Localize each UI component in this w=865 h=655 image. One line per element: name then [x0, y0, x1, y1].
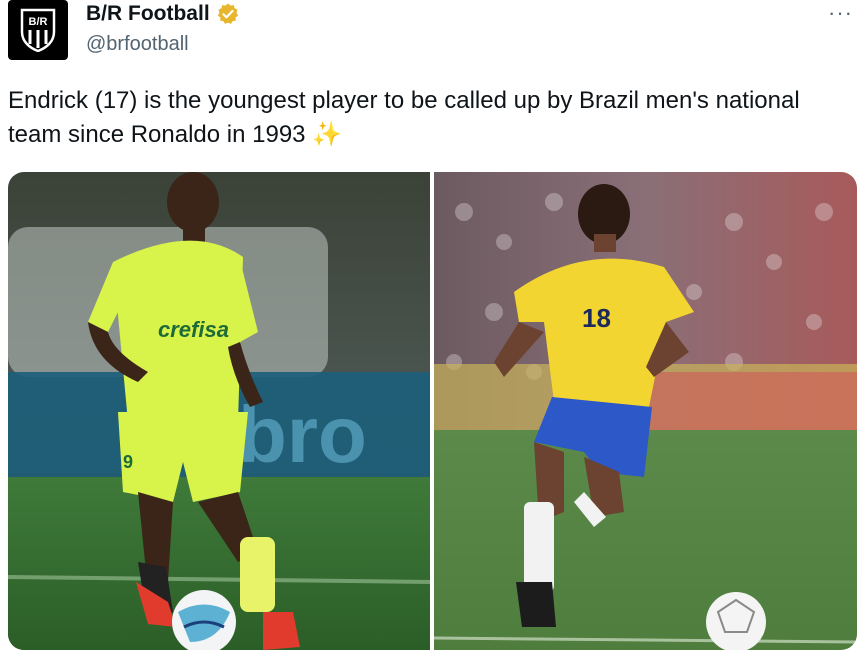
player-photo-icon: bro crefisa 9 — [8, 172, 430, 650]
svg-text:crefisa: crefisa — [158, 317, 229, 342]
verified-badge-icon[interactable] — [216, 2, 240, 26]
tweet-text: Endrick (17) is the youngest player to b… — [8, 87, 800, 148]
svg-text:9: 9 — [123, 452, 133, 472]
author-name[interactable]: B/R Football — [86, 2, 240, 26]
author-name-text: B/R Football — [86, 2, 210, 25]
media-grid: bro crefisa 9 18 — [8, 172, 857, 650]
media-photo-left[interactable]: bro crefisa 9 — [8, 172, 430, 650]
avatar[interactable]: B/R — [8, 0, 68, 60]
media-photo-right[interactable]: 18 — [434, 172, 857, 650]
player-photo-icon: 18 — [434, 172, 857, 650]
br-logo-icon: B/R — [20, 8, 56, 52]
more-options-button[interactable]: ··· — [828, 0, 853, 26]
avatar-text: B/R — [29, 16, 48, 28]
author-handle[interactable]: @brfootball — [86, 33, 189, 56]
svg-text:18: 18 — [582, 303, 611, 333]
